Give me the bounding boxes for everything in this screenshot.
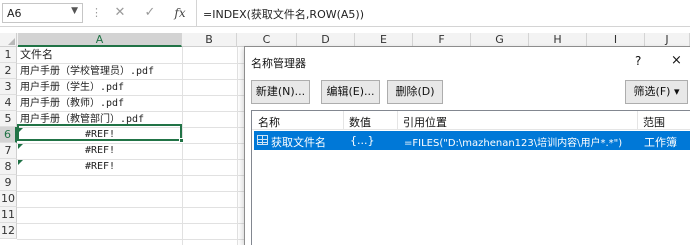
column-header-f[interactable]: F [413, 33, 471, 47]
item-refers-to: =FILES("D:\mazhenan123\培训内容\用户*.*") [404, 138, 623, 149]
row-header-10[interactable]: 10 [0, 191, 17, 207]
item-name: 获取文件名 [271, 136, 326, 149]
row-header-3[interactable]: 3 [0, 79, 17, 95]
names-list[interactable]: 名称 数值 引用位置 范围 获取文件名 {...} =FILES("D:\maz… [251, 110, 690, 245]
header-name[interactable]: 名称 [258, 114, 280, 130]
close-icon[interactable]: × [671, 53, 682, 68]
header-separator[interactable] [637, 111, 638, 130]
cell-a8[interactable]: #REF! [18, 159, 182, 175]
column-header-b[interactable]: B [182, 33, 237, 47]
column-header-d[interactable]: D [297, 33, 355, 47]
cell-a4[interactable]: 用户手册（教师）.pdf [18, 95, 124, 111]
column-header-h[interactable]: H [529, 33, 587, 47]
header-scope[interactable]: 范围 [643, 114, 665, 130]
cancel-icon[interactable]: ✕ [111, 4, 129, 22]
cell-a2-text: 用户手册（学校管理员）.pdf [20, 66, 155, 77]
grid-line [182, 47, 183, 245]
header-separator[interactable] [343, 111, 344, 130]
list-item[interactable]: 获取文件名 {...} =FILES("D:\mazhenan123\培训内容\… [254, 131, 690, 150]
row-header-2[interactable]: 2 [0, 63, 17, 79]
cell-a4-text: 用户手册（教师）.pdf [20, 98, 125, 109]
column-header-e[interactable]: E [355, 33, 413, 47]
dialog-title: 名称管理器 [251, 57, 306, 70]
cell-a2[interactable]: 用户手册（学校管理员）.pdf [18, 63, 154, 79]
formula-bar: A6 ▼ ⋮ ✕ ✓ fx =INDEX(获取文件名,ROW(A5)) [0, 0, 690, 27]
delete-button[interactable]: 删除(D) [387, 80, 443, 104]
row-header-8[interactable]: 8 [0, 159, 17, 175]
active-cell-border [17, 124, 184, 143]
item-value: {...} [350, 134, 375, 147]
chevron-down-icon[interactable]: ▼ [71, 6, 78, 16]
insert-function-icon[interactable]: fx [171, 4, 189, 22]
header-value[interactable]: 数值 [349, 114, 371, 130]
cell-a3[interactable]: 用户手册（学生）.pdf [18, 79, 124, 95]
cell-a1[interactable]: 文件名 [18, 47, 53, 63]
filter-button[interactable]: 筛选(F) ▾ [625, 80, 688, 104]
row-header-6[interactable]: 6 [0, 127, 17, 143]
help-icon[interactable]: ? [635, 54, 641, 68]
name-manager-dialog: 名称管理器 ? × 新建(N)... 编辑(E)... 删除(D) 筛选(F) … [244, 46, 690, 245]
column-header-i[interactable]: I [587, 33, 645, 47]
column-header-g[interactable]: G [471, 33, 529, 47]
column-header-a[interactable]: A [18, 33, 182, 47]
error-indicator-icon[interactable] [18, 144, 23, 149]
cell-a3-text: 用户手册（学生）.pdf [20, 82, 125, 93]
row-header-9[interactable]: 9 [0, 175, 17, 191]
drag-handle-icon[interactable]: ⋮ [91, 6, 102, 19]
select-all-icon [8, 38, 15, 45]
column-header-c[interactable]: C [237, 33, 297, 47]
header-refers-to[interactable]: 引用位置 [403, 114, 447, 130]
new-button[interactable]: 新建(N)... [251, 80, 310, 104]
cell-a7[interactable]: #REF! [18, 143, 182, 159]
formula-input[interactable]: =INDEX(获取文件名,ROW(A5)) [203, 6, 364, 22]
header-separator[interactable] [397, 111, 398, 130]
name-box[interactable]: A6 ▼ [2, 3, 83, 23]
row-header-7[interactable]: 7 [0, 143, 17, 159]
defined-name-icon [257, 135, 268, 145]
column-header-j[interactable]: J [645, 33, 690, 47]
row-header-5[interactable]: 5 [0, 111, 17, 127]
fill-handle[interactable] [179, 138, 184, 143]
names-list-header: 名称 数值 引用位置 范围 [252, 111, 690, 130]
row-header-1[interactable]: 1 [0, 47, 17, 63]
grid-line [237, 47, 238, 245]
error-indicator-icon[interactable] [18, 160, 23, 165]
item-scope: 工作簿 [644, 136, 677, 149]
row-header-12[interactable]: 12 [0, 223, 17, 239]
select-all-button[interactable] [0, 33, 17, 47]
row-header-4[interactable]: 4 [0, 95, 17, 111]
enter-icon[interactable]: ✓ [141, 4, 159, 22]
name-box-value: A6 [7, 7, 22, 20]
edit-button[interactable]: 编辑(E)... [321, 80, 380, 104]
formula-divider [196, 0, 197, 27]
row-header-11[interactable]: 11 [0, 207, 17, 223]
